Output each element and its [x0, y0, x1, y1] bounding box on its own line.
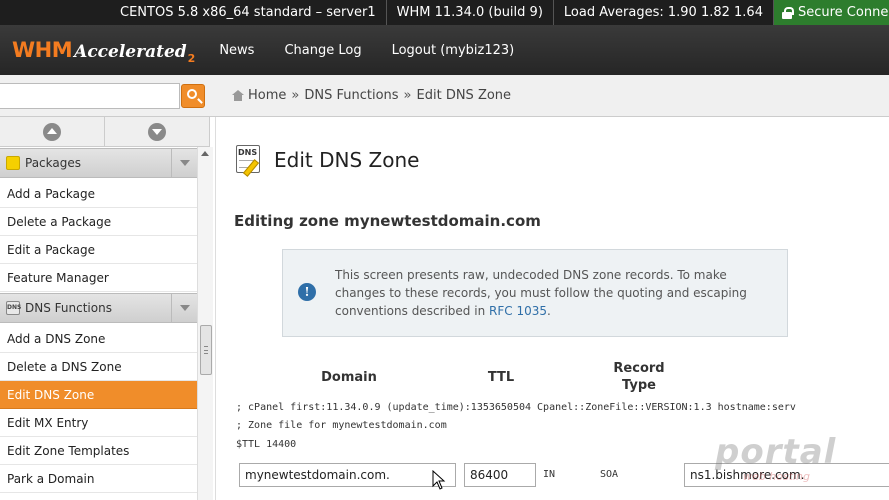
zone-header-line: ; cPanel first:11.34.0.9 (update_time):1…	[236, 402, 796, 413]
lock-icon	[781, 6, 794, 19]
top-header: WHM Accelerated 2 News Change Log Logout…	[0, 25, 889, 75]
sidebar-item-add-package[interactable]: Add a Package	[0, 180, 197, 208]
logo-whm-text: WHM	[12, 38, 73, 62]
top-nav: News Change Log Logout (mybiz123)	[219, 43, 544, 58]
sidebar-section-dns-functions[interactable]: DNS DNS Functions	[0, 293, 197, 323]
column-header-record-type: Record Type	[606, 360, 672, 394]
info-notice: ! This screen presents raw, undecoded DN…	[282, 249, 788, 337]
search-bar	[0, 75, 216, 117]
sidebar-item-feature-manager[interactable]: Feature Manager	[0, 264, 197, 292]
record-value-input[interactable]	[684, 463, 889, 487]
breadcrumb-dns-functions[interactable]: DNS Functions	[304, 88, 398, 103]
sidebar-item-edit-mx-entry[interactable]: Edit MX Entry	[0, 409, 197, 437]
record-ttl-input[interactable]	[464, 463, 536, 487]
sidebar-item-edit-package[interactable]: Edit a Package	[0, 236, 197, 264]
section-collapse-toggle[interactable]	[171, 149, 197, 177]
search-input[interactable]	[0, 83, 180, 109]
page-title-row: DNS Edit DNS Zone	[234, 145, 420, 177]
scroll-up-icon	[201, 151, 209, 156]
sidebar-item-delete-dns-zone[interactable]: Delete a DNS Zone	[0, 353, 197, 381]
sidebar-section-label: Packages	[25, 156, 81, 170]
sidebar-section-label: DNS Functions	[25, 301, 112, 315]
sidebar-scroll-down-button[interactable]	[105, 117, 210, 146]
home-icon	[232, 90, 244, 101]
nav-news-link[interactable]: News	[219, 43, 254, 58]
column-header-domain: Domain	[321, 370, 377, 385]
rfc-1035-link[interactable]: RFC 1035	[489, 304, 547, 318]
mouse-cursor-icon	[432, 470, 446, 490]
zone-header-line: ; Zone file for mynewtestdomain.com	[236, 420, 447, 431]
server-info: CENTOS 5.8 x86_64 standard – server1	[110, 0, 387, 25]
breadcrumb-current: Edit DNS Zone	[416, 88, 512, 103]
section-collapse-toggle[interactable]	[171, 294, 197, 322]
zone-header-line: $TTL 14400	[236, 439, 297, 450]
breadcrumb-separator: »	[403, 88, 412, 103]
sidebar-item-park-domain[interactable]: Park a Domain	[0, 465, 197, 493]
dns-functions-icon: DNS	[6, 301, 21, 315]
record-domain-input[interactable]	[239, 463, 456, 487]
arrow-down-icon	[148, 122, 166, 141]
info-icon: !	[298, 283, 316, 301]
dns-icon-label: DNS	[238, 148, 258, 157]
sidebar: Packages Add a Package Delete a Package …	[0, 117, 216, 500]
sidebar-scroll-up-button[interactable]	[0, 117, 105, 146]
chevron-down-icon	[179, 160, 190, 166]
record-class: IN	[543, 469, 556, 480]
sidebar-item-edit-zone-templates[interactable]: Edit Zone Templates	[0, 437, 197, 465]
record-type-line2: Type	[622, 378, 656, 393]
info-message: This screen presents raw, undecoded DNS …	[335, 266, 765, 320]
page-title: Edit DNS Zone	[274, 148, 420, 172]
record-type: SOA	[600, 469, 619, 480]
logo-accelerated-text: Accelerated	[74, 42, 187, 62]
sidebar-section-packages[interactable]: Packages	[0, 148, 197, 178]
chevron-down-icon	[179, 305, 190, 311]
sidebar-scroll-controls	[0, 117, 210, 147]
record-type-line1: Record	[613, 361, 665, 376]
main-content: DNS Edit DNS Zone Editing zone mynewtest…	[216, 117, 889, 500]
column-header-ttl: TTL	[487, 370, 515, 385]
sidebar-scrollbar[interactable]	[197, 147, 213, 500]
breadcrumb: Home » DNS Functions » Edit DNS Zone	[216, 75, 889, 117]
secure-connection-indicator: Secure Connectio	[773, 0, 889, 25]
logo-version-text: 2	[187, 52, 196, 65]
nav-logout-link[interactable]: Logout (mybiz123)	[392, 43, 515, 58]
search-icon	[187, 89, 197, 99]
nav-change-log-link[interactable]: Change Log	[284, 43, 361, 58]
whm-version: WHM 11.34.0 (build 9)	[387, 0, 554, 25]
arrow-up-icon	[43, 122, 61, 141]
search-button[interactable]	[181, 84, 205, 108]
sidebar-scrollbar-thumb[interactable]	[200, 325, 212, 375]
grip-icon	[204, 346, 208, 354]
breadcrumb-separator: »	[291, 88, 300, 103]
dns-zone-edit-icon: DNS	[234, 145, 266, 177]
info-tail: .	[547, 304, 551, 318]
secure-connection-label: Secure Connectio	[797, 5, 889, 20]
breadcrumb-home[interactable]: Home	[248, 88, 286, 103]
whm-logo[interactable]: WHM Accelerated 2	[12, 38, 196, 65]
sidebar-item-delete-package[interactable]: Delete a Package	[0, 208, 197, 236]
load-averages: Load Averages: 1.90 1.82 1.64	[554, 0, 774, 25]
sidebar-item-add-dns-zone[interactable]: Add a DNS Zone	[0, 325, 197, 353]
status-bar: CENTOS 5.8 x86_64 standard – server1 WHM…	[0, 0, 889, 25]
packages-icon	[6, 156, 20, 170]
sidebar-item-edit-dns-zone[interactable]: Edit DNS Zone	[0, 381, 197, 409]
zone-subheading: Editing zone mynewtestdomain.com	[234, 212, 541, 230]
